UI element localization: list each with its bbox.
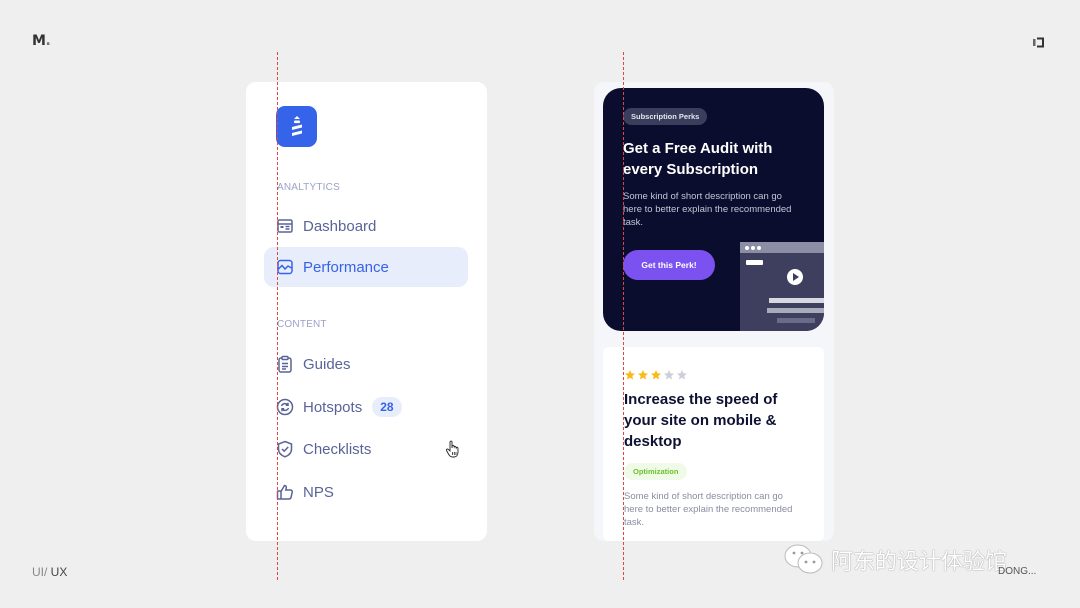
promo-description: Some kind of short description can go he…: [623, 191, 792, 228]
sidebar-item-label: Dashboard: [303, 217, 377, 235]
window-dot: [757, 246, 761, 250]
footer-label-part: UX: [47, 565, 68, 579]
video-illustration: [740, 242, 824, 331]
get-perk-button[interactable]: Get this Perk!: [623, 250, 715, 280]
recommendation-panel: Subscription Perks Get a Free Audit with…: [594, 82, 834, 541]
star-empty-icon: [664, 370, 674, 380]
placeholder-line: [767, 308, 824, 313]
lighthouse-icon: [291, 115, 302, 136]
sidebar-item-label: Checklists: [303, 440, 372, 458]
wechat-icon: [784, 544, 823, 574]
clipboard-icon: [276, 355, 294, 373]
app-logo[interactable]: [276, 106, 317, 147]
rating-stars: [624, 369, 688, 381]
sidebar-item-performance[interactable]: Performance: [264, 247, 468, 458]
window-dot: [745, 246, 749, 250]
footer-label-part: UI/: [32, 565, 48, 579]
hotspots-count-badge: 28: [372, 397, 402, 417]
watermark-text: 阿东的设计体验馆: [831, 550, 1008, 575]
section-label-analytics: ANALTYTICS: [277, 182, 340, 193]
star-filled-icon: [651, 370, 661, 380]
task-title: Increase the speed of your site on mobil…: [624, 391, 778, 450]
sidebar-item-hotspots[interactable]: Hotspots 28: [264, 387, 468, 427]
promo-card: Subscription Perks Get a Free Audit with…: [603, 88, 824, 331]
brand-logo-dot: .: [45, 33, 51, 49]
task-card[interactable]: Increase the speed of your site on mobil…: [603, 347, 824, 541]
star-filled-icon: [625, 370, 635, 380]
placeholder-line: [769, 298, 824, 303]
dashboard-icon: [276, 217, 294, 235]
placeholder-line: [777, 318, 815, 323]
sidebar-item-checklists[interactable]: Checklists: [264, 429, 468, 469]
placeholder-title: [746, 260, 763, 265]
sidebar-item-guides[interactable]: Guides: [264, 344, 468, 384]
sidebar-item-label: Hotspots: [303, 398, 363, 416]
brand-logo: M.: [32, 33, 51, 49]
sidebar-item-nps[interactable]: NPS: [264, 472, 468, 512]
alignment-guide-line: [623, 52, 624, 580]
sidebar-item-label: Performance: [303, 258, 389, 276]
sidebar-item-label: NPS: [303, 483, 334, 501]
footer-category-label: UI/ UX: [32, 565, 67, 579]
play-icon: [787, 269, 803, 285]
promo-chip: Subscription Perks: [623, 108, 708, 125]
watermark: 阿东的设计体验馆: [783, 542, 1007, 578]
chart-line-icon: [276, 258, 294, 276]
sidebar-item-dashboard[interactable]: Dashboard: [264, 206, 468, 246]
task-description: Some kind of short description can go he…: [624, 491, 793, 528]
watermark-subtext: DONG...: [998, 566, 1037, 577]
sidebar-navigation: ANALTYTICS Dashboard Performance CONTENT…: [246, 82, 487, 541]
sidebar-item-label: Guides: [303, 355, 351, 373]
window-dot: [751, 246, 755, 250]
section-label-content: CONTENT: [277, 319, 327, 330]
refresh-circle-icon: [276, 398, 294, 416]
shield-check-icon: [276, 440, 294, 458]
alignment-guide-line: [277, 52, 278, 580]
promo-title: Get a Free Audit with every Subscription: [623, 140, 773, 178]
star-empty-icon: [677, 370, 687, 380]
thumbs-up-icon: [276, 483, 294, 501]
task-category-tag: Optimization: [624, 463, 688, 480]
brand-logo-letter: M: [32, 33, 46, 49]
corner-bracket-icon: [1033, 37, 1044, 48]
star-filled-icon: [638, 370, 648, 380]
